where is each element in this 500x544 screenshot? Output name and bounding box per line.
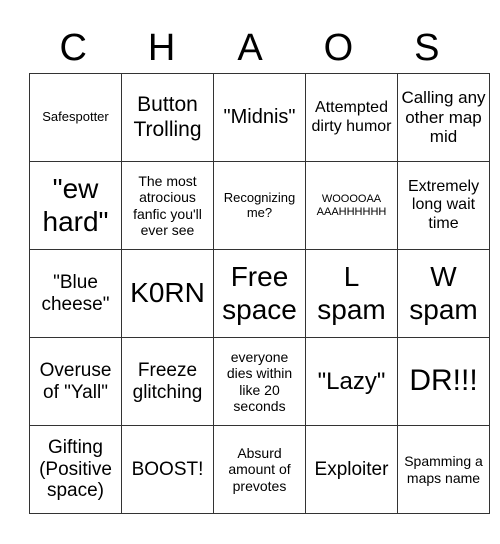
grid-row: Gifting (Positive space) BOOST! Absurd a…	[29, 425, 490, 514]
header-letter: A	[237, 27, 263, 69]
bingo-cell[interactable]: Gifting (Positive space)	[29, 425, 122, 514]
bingo-cell[interactable]: Absurd amount of prevotes	[213, 425, 306, 514]
bingo-cell[interactable]: Freeze glitching	[121, 337, 214, 426]
free-space-cell[interactable]: Free space	[213, 249, 306, 338]
bingo-cell[interactable]: "Lazy"	[305, 337, 398, 426]
bingo-cell[interactable]: Recognizing me?	[213, 161, 306, 250]
grid-row: Overuse of "Yall" Freeze glitching every…	[29, 337, 490, 426]
bingo-cell[interactable]: BOOST!	[121, 425, 214, 514]
bingo-cell[interactable]: The most atrocious fanfic you'll ever se…	[121, 161, 214, 250]
bingo-cell[interactable]: Exploiter	[305, 425, 398, 514]
bingo-cell[interactable]: L spam	[305, 249, 398, 338]
bingo-cell[interactable]: W spam	[397, 249, 490, 338]
bingo-cell[interactable]: Calling any other map mid	[397, 73, 490, 162]
bingo-cell[interactable]: WOOOOAA AAAHHHHHH	[305, 161, 398, 250]
bingo-cell[interactable]: "Midnis"	[213, 73, 306, 162]
bingo-cell[interactable]: DR!!!	[397, 337, 490, 426]
bingo-cell[interactable]: Attempted dirty humor	[305, 73, 398, 162]
bingo-cell[interactable]: Extremely long wait time	[397, 161, 490, 250]
bingo-cell[interactable]: Overuse of "Yall"	[29, 337, 122, 426]
grid-row: "Blue cheese" K0RN Free space L spam W s…	[29, 249, 490, 338]
bingo-cell[interactable]: "ew hard"	[29, 161, 122, 250]
bingo-cell[interactable]: Button Trolling	[121, 73, 214, 162]
bingo-cell[interactable]: K0RN	[121, 249, 214, 338]
header-letter: C	[59, 27, 87, 69]
bingo-cell[interactable]: Spamming a maps name	[397, 425, 490, 514]
header-letter: H	[147, 27, 176, 69]
bingo-cell[interactable]: "Blue cheese"	[29, 249, 122, 338]
header-letter: S	[414, 27, 440, 69]
grid-row: Safespotter Button Trolling "Midnis" Att…	[29, 73, 490, 162]
header-letter: O	[323, 27, 354, 69]
bingo-cell[interactable]: everyone dies within like 20 seconds	[213, 337, 306, 426]
bingo-cell[interactable]: Safespotter	[29, 73, 122, 162]
bingo-header: C H A O S	[29, 26, 471, 70]
grid-row: "ew hard" The most atrocious fanfic you'…	[29, 161, 490, 250]
bingo-grid: Safespotter Button Trolling "Midnis" Att…	[29, 73, 490, 514]
